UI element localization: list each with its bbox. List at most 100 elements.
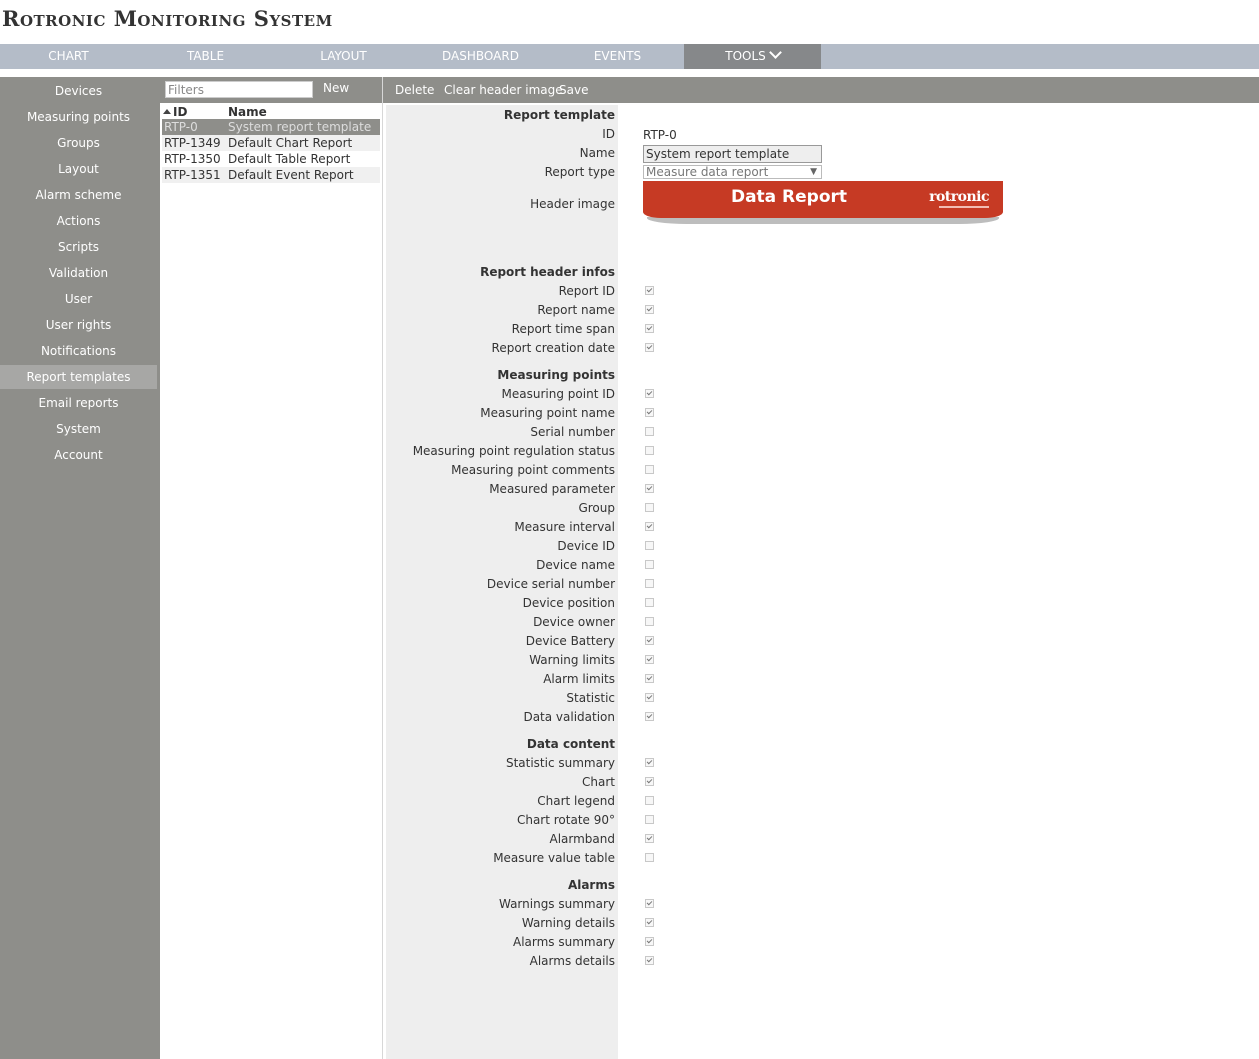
- option-checkbox[interactable]: [645, 617, 654, 626]
- option-checkbox[interactable]: [645, 503, 654, 512]
- name-label: Name: [579, 146, 615, 160]
- new-button[interactable]: New: [323, 81, 349, 95]
- option-label: Device position: [522, 596, 615, 610]
- delete-button[interactable]: Delete: [395, 83, 434, 97]
- option-label: Chart: [582, 775, 615, 789]
- clear-header-image-button[interactable]: Clear header image: [444, 83, 563, 97]
- option-checkbox[interactable]: [645, 693, 654, 702]
- list-item[interactable]: RTP-0 System report template: [162, 119, 380, 135]
- option-checkbox[interactable]: [645, 427, 654, 436]
- option-checkbox[interactable]: [645, 655, 654, 664]
- option-checkbox[interactable]: [645, 796, 654, 805]
- tab-label: DASHBOARD: [442, 49, 519, 63]
- sidebar-item-email-reports[interactable]: Email reports: [0, 391, 157, 415]
- sidebar-item-notifications[interactable]: Notifications: [0, 339, 157, 363]
- option-label: Chart legend: [537, 794, 615, 808]
- sidebar-item-measuring-points[interactable]: Measuring points: [0, 105, 157, 129]
- option-label: Report ID: [558, 284, 615, 298]
- list-item[interactable]: RTP-1349 Default Chart Report: [162, 135, 380, 151]
- option-label: Report creation date: [491, 341, 615, 355]
- sidebar-item-validation[interactable]: Validation: [0, 261, 157, 285]
- sidebar-item-account[interactable]: Account: [0, 443, 157, 467]
- option-checkbox[interactable]: [645, 324, 654, 333]
- option-checkbox[interactable]: [645, 446, 654, 455]
- tab-layout[interactable]: LAYOUT: [275, 44, 412, 69]
- option-checkbox[interactable]: [645, 579, 654, 588]
- option-checkbox[interactable]: [645, 834, 654, 843]
- option-label: Measuring point ID: [501, 387, 615, 401]
- sidebar-item-alarm-scheme[interactable]: Alarm scheme: [0, 183, 157, 207]
- option-checkbox[interactable]: [645, 343, 654, 352]
- tab-chart[interactable]: CHART: [0, 44, 137, 69]
- option-label: Device ID: [557, 539, 615, 553]
- option-checkbox[interactable]: [645, 560, 654, 569]
- sidebar-item-system[interactable]: System: [0, 417, 157, 441]
- sidebar-item-actions[interactable]: Actions: [0, 209, 157, 233]
- sidebar-item-scripts[interactable]: Scripts: [0, 235, 157, 259]
- option-checkbox[interactable]: [645, 286, 654, 295]
- option-checkbox[interactable]: [645, 522, 654, 531]
- list-item[interactable]: RTP-1350 Default Table Report: [162, 151, 380, 167]
- sidebar-item-user-rights[interactable]: User rights: [0, 313, 157, 337]
- option-label: Measured parameter: [489, 482, 615, 496]
- option-label: Report name: [537, 303, 615, 317]
- option-checkbox[interactable]: [645, 636, 654, 645]
- option-checkbox[interactable]: [645, 465, 654, 474]
- report-type-select[interactable]: Measure data report ▼: [643, 165, 822, 179]
- option-checkbox[interactable]: [645, 408, 654, 417]
- option-label: Warning details: [521, 916, 615, 930]
- list-item-id: RTP-1349: [164, 136, 221, 150]
- sidebar-item-groups[interactable]: Groups: [0, 131, 157, 155]
- sidebar-item-devices[interactable]: Devices: [0, 79, 157, 103]
- list-item-name: System report template: [228, 120, 372, 134]
- label-column: Report template ID Name Report type Head…: [386, 105, 618, 1059]
- sidebar: Devices Measuring points Groups Layout Alarm…: [0, 77, 160, 1059]
- option-checkbox[interactable]: [645, 305, 654, 314]
- option-checkbox[interactable]: [645, 956, 654, 965]
- tab-tools[interactable]: TOOLS: [684, 44, 821, 69]
- sidebar-item-layout[interactable]: Layout: [0, 157, 157, 181]
- template-list-pane: New ID Name RTP-0System report templateR…: [160, 77, 383, 1059]
- option-checkbox[interactable]: [645, 484, 654, 493]
- option-checkbox[interactable]: [645, 541, 654, 550]
- option-checkbox[interactable]: [645, 853, 654, 862]
- tab-events[interactable]: EVENTS: [549, 44, 686, 69]
- list-item-name: Default Chart Report: [228, 136, 353, 150]
- tab-dashboard[interactable]: DASHBOARD: [412, 44, 549, 69]
- save-button[interactable]: Save: [559, 83, 588, 97]
- sidebar-item-report-templates[interactable]: Report templates: [0, 365, 157, 389]
- app-title: Rotronic Monitoring System: [2, 6, 333, 31]
- list-item[interactable]: RTP-1351 Default Event Report: [162, 167, 380, 183]
- option-checkbox[interactable]: [645, 899, 654, 908]
- sidebar-item-user[interactable]: User: [0, 287, 157, 311]
- option-label: Statistic: [566, 691, 615, 705]
- option-checkbox[interactable]: [645, 777, 654, 786]
- option-checkbox[interactable]: [645, 918, 654, 927]
- tab-label: TOOLS: [725, 49, 766, 63]
- option-label: Measuring point regulation status: [412, 444, 615, 458]
- option-checkbox[interactable]: [645, 712, 654, 721]
- tab-table[interactable]: TABLE: [137, 44, 274, 69]
- option-checkbox[interactable]: [645, 598, 654, 607]
- logo-tagline-bar: [939, 206, 989, 208]
- column-header-id[interactable]: ID: [163, 105, 187, 119]
- list-item-name: Default Table Report: [228, 152, 351, 166]
- filter-input[interactable]: [165, 81, 313, 98]
- option-checkbox[interactable]: [645, 758, 654, 767]
- option-checkbox[interactable]: [645, 815, 654, 824]
- section-report-header-infos: Report header infos: [480, 265, 615, 279]
- dropdown-arrow-icon: ▼: [810, 167, 817, 177]
- option-checkbox[interactable]: [645, 674, 654, 683]
- section-alarms: Alarms: [567, 878, 615, 892]
- section-data-content: Data content: [526, 737, 615, 751]
- option-checkbox[interactable]: [645, 937, 654, 946]
- option-label: Alarms details: [529, 954, 615, 968]
- option-checkbox[interactable]: [645, 389, 654, 398]
- column-header-name[interactable]: Name: [228, 105, 267, 119]
- option-label: Warning limits: [529, 653, 615, 667]
- section-measuring-points: Measuring points: [497, 368, 615, 382]
- name-field[interactable]: [643, 145, 822, 163]
- section-report-template: Report template: [503, 108, 615, 122]
- option-label: Measuring point comments: [451, 463, 615, 477]
- option-label: Device name: [536, 558, 615, 572]
